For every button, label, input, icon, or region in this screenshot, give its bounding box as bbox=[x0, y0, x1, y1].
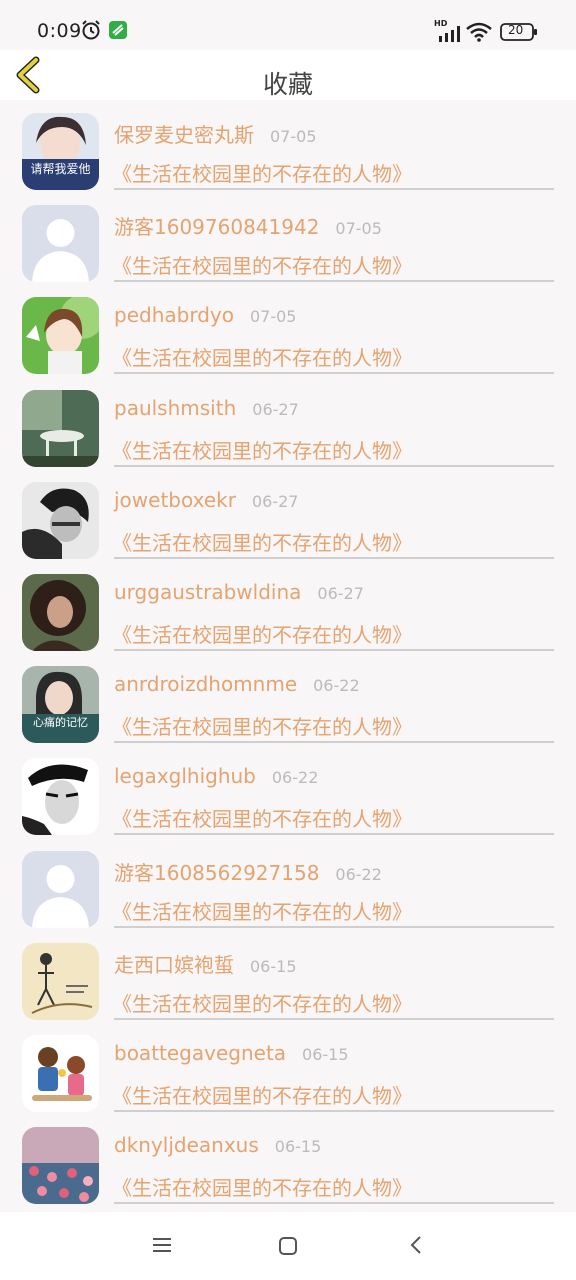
divider bbox=[114, 372, 554, 375]
battery-level: 20 bbox=[508, 23, 524, 37]
favorite-date: 06-27 bbox=[252, 399, 299, 419]
favorite-date: 06-22 bbox=[335, 864, 382, 884]
username: dknyljdeanxus bbox=[114, 1133, 259, 1158]
app-notification-icon bbox=[108, 20, 128, 44]
favorite-item[interactable]: legaxglhighub 06-22 《生活在校园里的不存在的人物》 bbox=[0, 745, 576, 837]
square-home-icon bbox=[279, 1237, 297, 1255]
username: jowetboxekr bbox=[114, 487, 236, 512]
default-person-icon bbox=[22, 850, 99, 928]
avatar-caption: 心痛的记忆 bbox=[33, 715, 88, 729]
favorite-item[interactable]: jowetboxekr 06-27 《生活在校园里的不存在的人物》 bbox=[0, 469, 576, 561]
divider bbox=[114, 280, 554, 283]
favorite-item[interactable]: paulshmsith 06-27 《生活在校园里的不存在的人物》 bbox=[0, 377, 576, 469]
divider bbox=[114, 648, 554, 651]
book-title-link[interactable]: 《生活在校园里的不存在的人物》 bbox=[112, 435, 412, 464]
book-title-link[interactable]: 《生活在校园里的不存在的人物》 bbox=[112, 527, 412, 556]
favorite-date: 07-05 bbox=[335, 219, 382, 239]
favorite-date: 06-27 bbox=[251, 491, 299, 511]
divider bbox=[114, 1017, 554, 1020]
system-back-button[interactable] bbox=[408, 1234, 424, 1260]
book-title-link[interactable]: 《生活在校园里的不存在的人物》 bbox=[112, 342, 412, 371]
status-bar: 0:09 HD 20 bbox=[0, 0, 576, 50]
favorite-item[interactable]: 请帮我爱他 保罗麦史密丸斯 07-05 《生活在校园里的不存在的人物》 bbox=[0, 100, 576, 192]
avatar[interactable] bbox=[22, 481, 99, 559]
book-title-link[interactable]: 《生活在校园里的不存在的人物》 bbox=[112, 1080, 412, 1109]
username: urggaustrabwldina bbox=[114, 579, 302, 604]
username: pedhabrdyo bbox=[114, 303, 234, 328]
favorite-date: 06-27 bbox=[317, 583, 364, 603]
avatar[interactable] bbox=[22, 758, 99, 836]
status-time: 0:09 bbox=[37, 20, 82, 42]
avatar[interactable]: 心痛的记忆 bbox=[22, 666, 99, 744]
favorites-list: 请帮我爱他 保罗麦史密丸斯 07-05 《生活在校园里的不存在的人物》 游客16… bbox=[0, 100, 576, 1206]
divider bbox=[114, 1109, 554, 1112]
page-title: 收藏 bbox=[262, 70, 313, 99]
favorite-date: 06-22 bbox=[313, 676, 360, 696]
divider bbox=[114, 464, 554, 467]
book-title-link[interactable]: 《生活在校园里的不存在的人物》 bbox=[112, 619, 412, 648]
book-title-link[interactable]: 《生活在校园里的不存在的人物》 bbox=[112, 250, 412, 279]
divider bbox=[114, 833, 554, 836]
book-title-link[interactable]: 《生活在校园里的不存在的人物》 bbox=[112, 1172, 412, 1201]
avatar[interactable] bbox=[22, 205, 99, 283]
avatar[interactable] bbox=[22, 1127, 99, 1205]
favorite-date: 06-15 bbox=[302, 1044, 349, 1064]
favorite-date: 06-15 bbox=[274, 1137, 322, 1157]
wifi-icon bbox=[466, 22, 492, 46]
username: legaxglhighub bbox=[114, 764, 256, 789]
title-bar: 收藏 bbox=[0, 50, 576, 100]
book-title-link[interactable]: 《生活在校园里的不存在的人物》 bbox=[112, 158, 412, 187]
menu-button[interactable] bbox=[152, 1236, 172, 1258]
alarm-icon bbox=[80, 19, 102, 45]
system-nav-bar bbox=[0, 1212, 576, 1280]
favorite-date: 06-15 bbox=[250, 956, 297, 976]
username: paulshmsith bbox=[114, 395, 237, 420]
favorite-item[interactable]: urggaustrabwldina 06-27 《生活在校园里的不存在的人物》 bbox=[0, 561, 576, 653]
avatar[interactable] bbox=[22, 389, 99, 467]
avatar[interactable] bbox=[22, 1034, 99, 1112]
default-person-icon bbox=[22, 205, 99, 283]
signal-icon bbox=[438, 26, 464, 46]
favorite-item[interactable]: dknyljdeanxus 06-15 《生活在校园里的不存在的人物》 bbox=[0, 1114, 576, 1206]
divider bbox=[114, 556, 554, 559]
username: 游客1609760841942 bbox=[114, 215, 320, 240]
favorite-item[interactable]: 走西口嫔袍蜇 06-15 《生活在校园里的不存在的人物》 bbox=[0, 930, 576, 1022]
favorite-item[interactable]: 游客1609760841942 07-05 《生活在校园里的不存在的人物》 bbox=[0, 192, 576, 284]
avatar[interactable] bbox=[22, 942, 99, 1020]
avatar-caption: 请帮我爱他 bbox=[30, 162, 90, 176]
divider bbox=[114, 188, 554, 190]
favorite-item[interactable]: 游客1608562927158 06-22 《生活在校园里的不存在的人物》 bbox=[0, 838, 576, 930]
divider bbox=[114, 1202, 554, 1205]
avatar[interactable]: 请帮我爱他 bbox=[22, 113, 99, 190]
avatar[interactable] bbox=[22, 297, 99, 375]
home-button[interactable] bbox=[278, 1236, 298, 1260]
divider bbox=[114, 925, 554, 928]
avatar[interactable] bbox=[22, 850, 99, 928]
favorite-date: 07-05 bbox=[249, 307, 297, 327]
favorite-item[interactable]: pedhabrdyo 07-05 《生活在校园里的不存在的人物》 bbox=[0, 284, 576, 376]
divider bbox=[114, 741, 554, 744]
username: 保罗麦史密丸斯 bbox=[114, 123, 254, 147]
book-title-link[interactable]: 《生活在校园里的不存在的人物》 bbox=[112, 988, 412, 1017]
favorite-item[interactable]: 心痛的记忆 anrdroizdhomnme 06-22 《生活在校园里的不存在的… bbox=[0, 653, 576, 745]
favorite-item[interactable]: boattegavegneta 06-15 《生活在校园里的不存在的人物》 bbox=[0, 1022, 576, 1114]
favorite-date: 06-22 bbox=[271, 768, 319, 788]
triangle-back-icon bbox=[410, 1236, 421, 1254]
username: boattegavegneta bbox=[114, 1040, 287, 1065]
username: anrdroizdhomnme bbox=[114, 672, 298, 697]
book-title-link[interactable]: 《生活在校园里的不存在的人物》 bbox=[112, 711, 412, 740]
book-title-link[interactable]: 《生活在校园里的不存在的人物》 bbox=[112, 896, 412, 925]
book-title-link[interactable]: 《生活在校园里的不存在的人物》 bbox=[112, 803, 412, 832]
username: 走西口嫔袍蜇 bbox=[114, 952, 234, 977]
avatar[interactable] bbox=[22, 573, 99, 651]
favorite-date: 07-05 bbox=[270, 127, 317, 146]
menu-icon bbox=[153, 1238, 171, 1252]
username: 游客1608562927158 bbox=[114, 860, 320, 885]
